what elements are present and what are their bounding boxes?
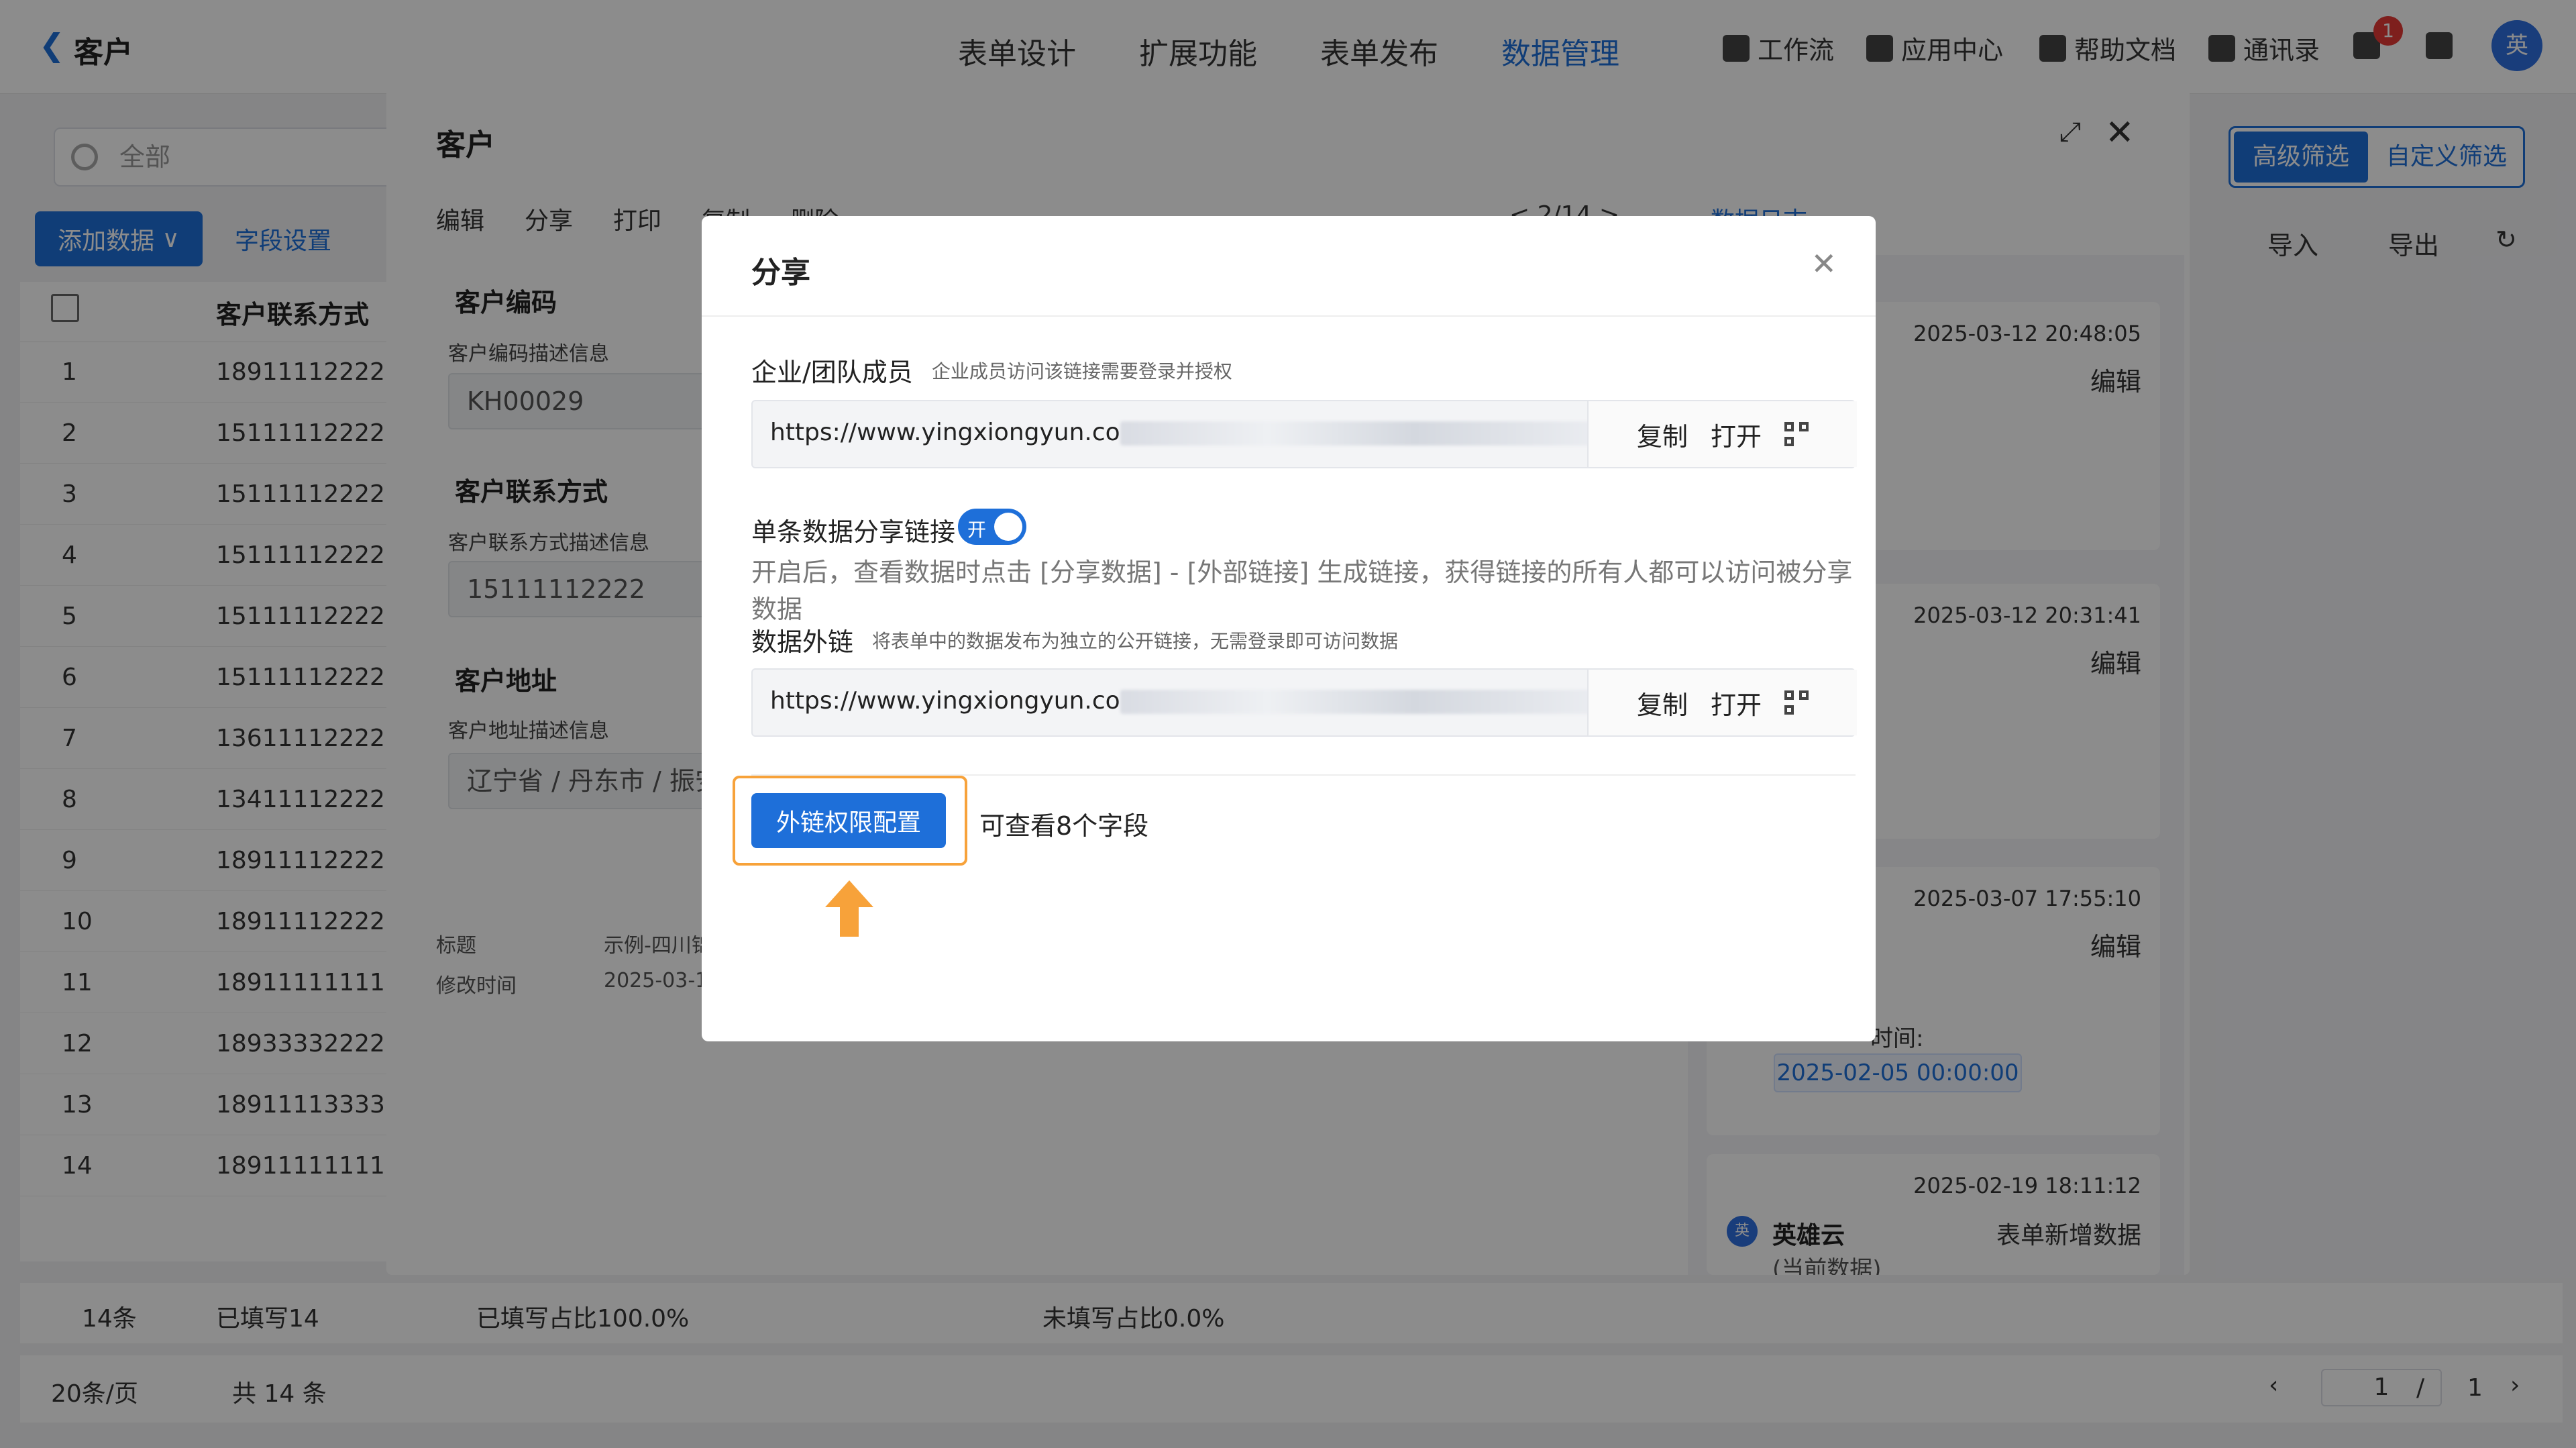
single-share-toggle[interactable]: 开: [958, 509, 1026, 545]
external-section-header: 数据外链 将表单中的数据发布为独立的公开链接，无需登录即可访问数据: [751, 621, 1398, 658]
single-share-title: 单条数据分享链接: [751, 517, 956, 547]
member-open-button[interactable]: 打开: [1711, 416, 1762, 453]
modal-header: 分享 ✕: [702, 216, 1876, 317]
share-modal: 分享 ✕ 企业/团队成员 企业成员访问该链接需要登录并授权 https://ww…: [702, 216, 1876, 1041]
external-subtitle: 将表单中的数据发布为独立的公开链接，无需登录即可访问数据: [872, 629, 1399, 652]
url-blur-redaction: [1120, 690, 1610, 714]
external-open-button[interactable]: 打开: [1711, 684, 1762, 721]
modal-title: 分享: [751, 256, 810, 290]
external-copy-button[interactable]: 复制: [1637, 684, 1688, 721]
qr-code-icon[interactable]: [1784, 422, 1809, 446]
external-link-actions: 复制 打开: [1587, 670, 1857, 735]
close-icon[interactable]: ✕: [1811, 246, 1837, 282]
visible-field-count: 可查看8个字段: [979, 811, 1149, 841]
external-link-url[interactable]: https://www.yingxiongyun.co: [770, 687, 1610, 715]
member-url-text: https://www.yingxiongyun.co: [770, 419, 1120, 446]
arrow-up-icon: [825, 880, 873, 937]
qr-code-icon[interactable]: [1784, 690, 1809, 715]
member-title: 企业/团队成员: [751, 358, 913, 387]
single-share-hint: 开启后，查看数据时点击 [分享数据] - [外部链接] 生成链接，获得链接的所有…: [751, 558, 1853, 624]
member-link-box: https://www.yingxiongyun.co 复制 打开: [751, 400, 1857, 468]
toggle-knob: [994, 513, 1022, 541]
external-url-text: https://www.yingxiongyun.co: [770, 687, 1120, 715]
url-blur-redaction: [1120, 421, 1610, 446]
member-link-actions: 复制 打开: [1587, 401, 1857, 467]
link-permission-config-button[interactable]: 外链权限配置: [751, 793, 946, 848]
external-title: 数据外链: [751, 627, 854, 657]
member-link-url[interactable]: https://www.yingxiongyun.co: [770, 419, 1610, 446]
external-link-box: https://www.yingxiongyun.co 复制 打开: [751, 668, 1857, 737]
member-subtitle: 企业成员访问该链接需要登录并授权: [931, 360, 1232, 382]
toggle-label: 开: [967, 519, 987, 541]
member-copy-button[interactable]: 复制: [1637, 416, 1688, 453]
member-section-header: 企业/团队成员 企业成员访问该链接需要登录并授权: [751, 352, 1232, 389]
